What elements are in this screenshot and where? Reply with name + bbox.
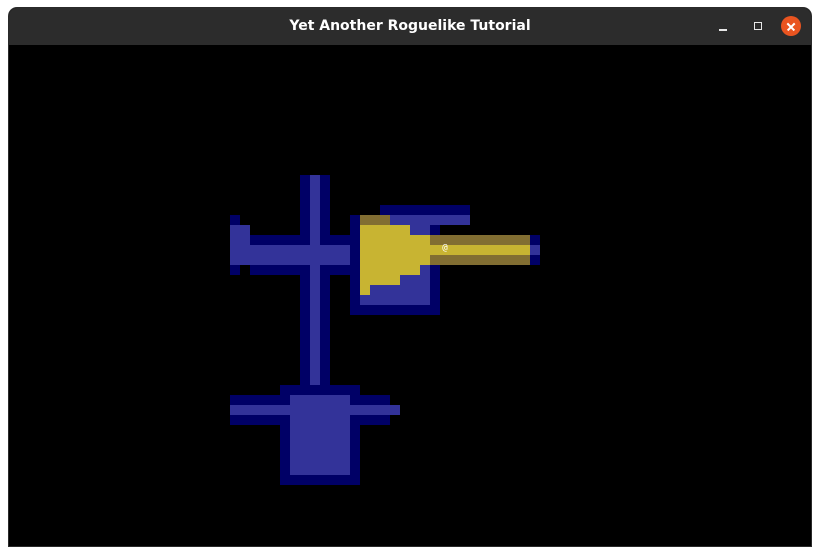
player-character: @ — [442, 243, 448, 253]
map-tile — [360, 265, 420, 275]
dungeon-map — [230, 175, 540, 485]
map-tile — [390, 215, 470, 225]
map-tile — [530, 245, 540, 255]
map-tile — [360, 215, 390, 225]
map-tile — [310, 235, 320, 275]
map-tile — [360, 235, 430, 245]
maximize-icon[interactable] — [748, 16, 768, 36]
map-tile — [360, 245, 440, 265]
app-window: Yet Another Roguelike Tutorial @ — [9, 8, 811, 546]
map-tile — [230, 225, 250, 265]
map-tile — [430, 255, 530, 265]
map-tile — [360, 285, 370, 295]
window-title: Yet Another Roguelike Tutorial — [289, 18, 531, 34]
map-tile — [280, 385, 360, 395]
close-icon[interactable] — [781, 16, 801, 36]
minimize-icon[interactable] — [713, 16, 733, 36]
game-console[interactable]: @ — [9, 45, 811, 546]
title-bar[interactable]: Yet Another Roguelike Tutorial — [9, 8, 811, 46]
map-tile — [360, 275, 400, 285]
map-tile — [360, 225, 410, 235]
map-tile — [310, 175, 320, 390]
map-tile — [290, 395, 350, 475]
